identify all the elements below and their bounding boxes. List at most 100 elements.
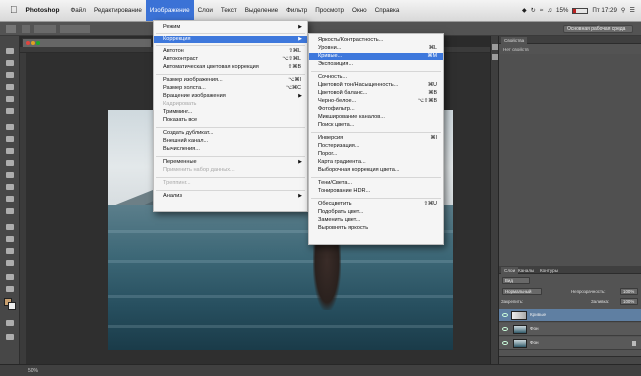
notification-center-icon[interactable]: ☰ bbox=[629, 7, 635, 14]
menu-item-color-balance[interactable]: Цветовой баланс... ⌘B bbox=[309, 90, 443, 97]
menu-layer[interactable]: Слои bbox=[194, 0, 217, 21]
move-tool-icon[interactable] bbox=[4, 46, 16, 56]
blend-mode-select[interactable]: Нормальный bbox=[502, 288, 542, 295]
menu-item-exposure[interactable]: Экспозиция... bbox=[309, 61, 443, 68]
eye-icon[interactable] bbox=[502, 313, 508, 317]
screen-mode-icon[interactable] bbox=[4, 332, 16, 342]
menu-item-color-lookup[interactable]: Поиск цвета... bbox=[309, 122, 443, 129]
dropbox-icon[interactable]: ◆ bbox=[522, 7, 527, 14]
apple-icon[interactable]:  bbox=[10, 5, 18, 16]
menu-item-desaturate[interactable]: Обесцветить ⇧⌘U bbox=[309, 201, 443, 208]
app-name[interactable]: Photoshop bbox=[26, 7, 60, 14]
menu-item-mode[interactable]: Режим ▶ bbox=[154, 24, 307, 31]
tool-preset-icon[interactable] bbox=[6, 25, 16, 33]
menu-item-vibrance[interactable]: Сочность... bbox=[309, 74, 443, 81]
menu-item-selective-color[interactable]: Выборочная коррекция цвета... bbox=[309, 167, 443, 174]
menu-item-photo-filter[interactable]: Фотофильтр... bbox=[309, 106, 443, 113]
clone-stamp-tool-icon[interactable] bbox=[4, 146, 16, 156]
menu-item-trim[interactable]: Тримминг... bbox=[154, 109, 307, 116]
layer-row[interactable]: Кривые bbox=[499, 309, 641, 322]
zoom-tool-icon[interactable] bbox=[4, 284, 16, 294]
pen-tool-icon[interactable] bbox=[4, 222, 16, 232]
eye-icon[interactable] bbox=[502, 341, 508, 345]
menu-item-auto-tone[interactable]: Автотон ⇧⌘L bbox=[154, 48, 307, 55]
crop-tool-icon[interactable] bbox=[4, 94, 16, 104]
layer-filter-select[interactable]: Вид bbox=[502, 277, 530, 284]
wifi-icon[interactable]: ≈ bbox=[540, 7, 543, 14]
menu-item-shadows-highlights[interactable]: Тени/Света... bbox=[309, 180, 443, 187]
menu-item-levels[interactable]: Уровни... ⌘L bbox=[309, 45, 443, 52]
menu-item-invert[interactable]: Инверсия ⌘I bbox=[309, 135, 443, 142]
hand-tool-icon[interactable] bbox=[4, 272, 16, 282]
option-control[interactable] bbox=[22, 25, 30, 33]
menu-item-image-size[interactable]: Размер изображения... ⌥⌘I bbox=[154, 77, 307, 84]
menu-item-image-rotation[interactable]: Вращение изображения ▶ bbox=[154, 93, 307, 100]
menu-item-curves[interactable]: Кривые... ⌘M bbox=[309, 53, 443, 60]
menu-item-adjustments[interactable]: Коррекция ▶ bbox=[154, 36, 307, 43]
menu-item-apply-image[interactable]: Внешний канал... bbox=[154, 138, 307, 145]
healing-brush-tool-icon[interactable] bbox=[4, 122, 16, 132]
zoom-level[interactable]: 50% bbox=[28, 368, 38, 374]
menu-item-reveal-all[interactable]: Показать все bbox=[154, 117, 307, 124]
eraser-tool-icon[interactable] bbox=[4, 170, 16, 180]
menu-item-channel-mixer[interactable]: Микширование каналов... bbox=[309, 114, 443, 121]
battery-percent[interactable]: 15% bbox=[556, 7, 568, 14]
fill-input[interactable]: 100% bbox=[620, 298, 638, 305]
workspace-select[interactable]: Основная рабочая среда bbox=[563, 25, 633, 33]
menu-item-equalize[interactable]: Выровнять яркость bbox=[309, 225, 443, 232]
menu-item-analysis[interactable]: Анализ ▶ bbox=[154, 193, 307, 200]
type-tool-icon[interactable] bbox=[4, 234, 16, 244]
opacity-input[interactable]: 100% bbox=[620, 288, 638, 295]
close-icon[interactable] bbox=[26, 41, 30, 45]
marquee-tool-icon[interactable] bbox=[4, 58, 16, 68]
dodge-tool-icon[interactable] bbox=[4, 206, 16, 216]
eye-icon[interactable] bbox=[502, 327, 508, 331]
menu-file[interactable]: Файл bbox=[66, 0, 89, 21]
layer-row[interactable]: Фон bbox=[499, 337, 641, 350]
menu-type[interactable]: Текст bbox=[217, 0, 241, 21]
option-control[interactable] bbox=[34, 25, 56, 33]
shape-tool-icon[interactable] bbox=[4, 258, 16, 268]
gradient-tool-icon[interactable] bbox=[4, 182, 16, 192]
menu-item-brightness-contrast[interactable]: Яркость/Контрастность... bbox=[309, 37, 443, 44]
menu-item-threshold[interactable]: Порог... bbox=[309, 151, 443, 158]
menu-item-replace-color[interactable]: Заменить цвет... bbox=[309, 217, 443, 224]
tab-paths[interactable]: Контуры bbox=[537, 267, 561, 274]
menu-item-variables[interactable]: Переменные ▶ bbox=[154, 159, 307, 166]
menu-item-hue-saturation[interactable]: Цветовой тон/Насыщенность... ⌘U bbox=[309, 82, 443, 89]
menu-image[interactable]: Изображение bbox=[145, 0, 194, 21]
quick-selection-tool-icon[interactable] bbox=[4, 82, 16, 92]
menu-select[interactable]: Выделение bbox=[241, 0, 282, 21]
blur-tool-icon[interactable] bbox=[4, 194, 16, 204]
menu-item-black-white[interactable]: Черно-белое... ⌥⇧⌘B bbox=[309, 98, 443, 105]
quick-mask-icon[interactable] bbox=[4, 318, 16, 328]
brush-tool-icon[interactable] bbox=[4, 134, 16, 144]
spotlight-icon[interactable]: ⚲ bbox=[621, 7, 626, 14]
menu-item-posterize[interactable]: Постеризация... bbox=[309, 143, 443, 150]
menu-item-calculations[interactable]: Вычисления... bbox=[154, 146, 307, 153]
menu-edit[interactable]: Редактирование bbox=[90, 0, 146, 21]
menu-help[interactable]: Справка bbox=[371, 0, 404, 21]
menu-item-match-color[interactable]: Подобрать цвет... bbox=[309, 209, 443, 216]
option-control[interactable] bbox=[60, 25, 90, 33]
menu-item-duplicate[interactable]: Создать дубликат... bbox=[154, 130, 307, 137]
battery-icon[interactable] bbox=[572, 7, 589, 14]
tab-properties[interactable]: Свойства bbox=[501, 37, 528, 44]
zoom-icon[interactable] bbox=[36, 41, 40, 45]
layer-row[interactable]: Фон bbox=[499, 323, 641, 336]
document-tab[interactable] bbox=[22, 38, 152, 47]
path-selection-tool-icon[interactable] bbox=[4, 246, 16, 256]
tab-channels[interactable]: Каналы bbox=[515, 267, 537, 274]
clock[interactable]: Пт 17:29 bbox=[592, 7, 616, 14]
volume-icon[interactable]: ♫ bbox=[547, 7, 552, 14]
menu-item-auto-color[interactable]: Автоматическая цветовая коррекция ⇧⌘B bbox=[154, 64, 307, 71]
menu-item-auto-contrast[interactable]: Автоконтраст ⌥⇧⌘L bbox=[154, 56, 307, 63]
lasso-tool-icon[interactable] bbox=[4, 70, 16, 80]
menu-view[interactable]: Просмотр bbox=[311, 0, 348, 21]
menu-item-canvas-size[interactable]: Размер холста... ⌥⌘C bbox=[154, 85, 307, 92]
history-brush-tool-icon[interactable] bbox=[4, 158, 16, 168]
menu-filter[interactable]: Фильтр bbox=[282, 0, 311, 21]
eyedropper-tool-icon[interactable] bbox=[4, 106, 16, 116]
minimize-icon[interactable] bbox=[31, 41, 35, 45]
menu-item-hdr-toning[interactable]: Тонирование HDR... bbox=[309, 188, 443, 195]
